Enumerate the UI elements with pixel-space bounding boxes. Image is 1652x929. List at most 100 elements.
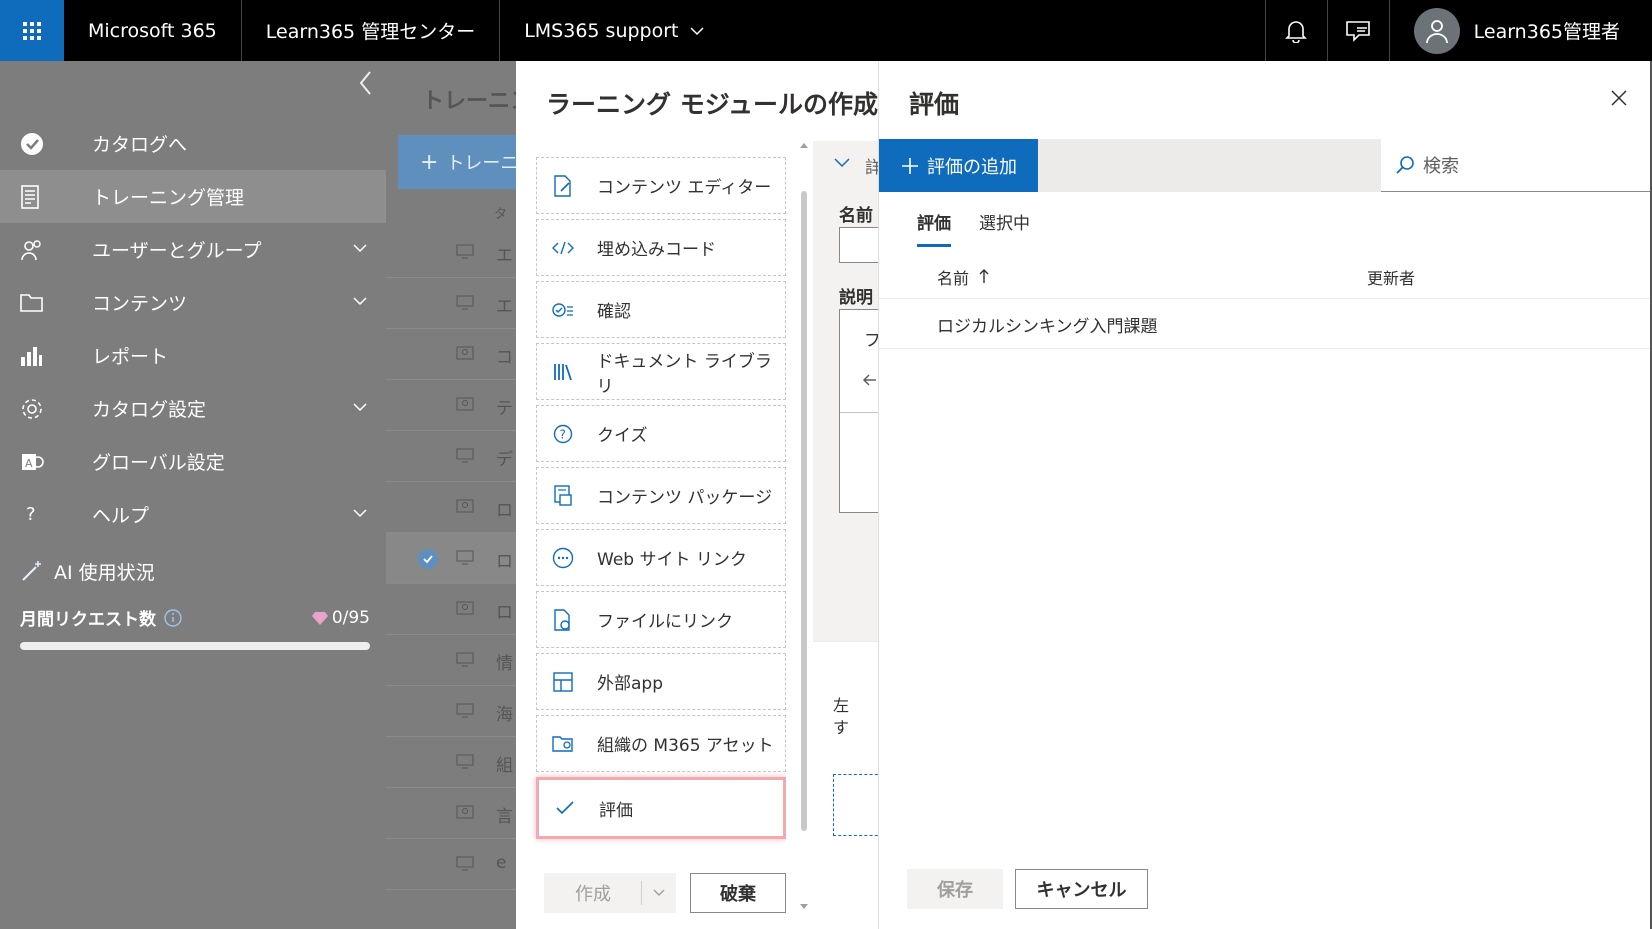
module-type-confirm[interactable]: 確認 [536,281,786,338]
sidebar-item-global-settings[interactable]: A グローバル設定 [0,435,386,488]
search-input[interactable]: 検索 [1381,139,1652,192]
arrow-left-icon[interactable] [862,372,878,388]
file-link-icon [549,608,577,631]
package-icon [549,484,577,507]
table-row[interactable]: ロ [386,482,516,533]
row-title: 海 [496,705,513,725]
scrollbar-thumb[interactable] [801,191,807,831]
add-evaluation-button[interactable]: 評価の追加 [879,139,1038,192]
user-menu[interactable]: Learn365管理者 [1388,0,1652,61]
chevron-down-icon[interactable] [652,886,666,900]
table-row[interactable]: 言 [386,788,516,839]
table-row[interactable]: ロ [386,533,516,584]
monitor-icon [456,754,474,769]
quiz-icon: ? [549,424,577,444]
monitor-icon [456,448,474,463]
collapse-nav-icon[interactable] [358,69,374,97]
new-training-button[interactable]: + トレーニ [398,135,523,189]
table-row[interactable]: ロジカルシンキング入門課題 [879,299,1652,349]
row-title: デ [496,450,513,470]
create-button[interactable]: 作成 [544,873,676,913]
sidebar-item-catalog-settings[interactable]: カタログ設定 [0,382,386,435]
module-type-label: コンテンツ パッケージ [597,488,773,508]
module-type-website-link[interactable]: Web サイト リンク [536,529,786,586]
sidebar-item-label: レポート [92,346,169,368]
module-type-embed-code[interactable]: 埋め込みコード [536,219,786,276]
module-type-file-link[interactable]: ファイルにリンク [536,591,786,648]
panel-title: 評価 [909,90,960,119]
ai-usage-title: AI 使用状況 [54,561,155,584]
table-row[interactable]: 情 [386,635,516,686]
sidebar-item-label: ユーザーとグループ [92,240,262,262]
discard-button[interactable]: 破棄 [690,873,786,913]
table-row[interactable]: エ [386,227,516,278]
usage-progress-bar [20,642,370,650]
cancel-button[interactable]: キャンセル [1015,869,1148,909]
column-header: タ [494,207,508,222]
table-row[interactable]: エ [386,278,516,329]
module-type-evaluation[interactable]: 評価 [536,777,786,839]
notifications-button[interactable] [1264,0,1327,61]
add-evaluation-label: 評価の追加 [927,156,1017,178]
app-launcher-button[interactable] [0,0,64,61]
admin-center-title[interactable]: Learn365 管理センター [242,0,501,61]
checkmark-icon [551,800,579,816]
sidebar-item-users[interactable]: ユーザーとグループ [0,223,386,276]
column-header-name[interactable]: 名前 [937,265,990,289]
chevron-down-icon [689,26,704,35]
module-type-external-app[interactable]: 外部app [536,653,786,710]
table-row[interactable]: e [386,839,516,890]
sidebar-item-label: ヘルプ [92,505,150,527]
table-row[interactable]: コ [386,329,516,380]
close-icon[interactable] [1610,89,1628,107]
column-header-updater[interactable]: 更新者 [1367,265,1415,289]
row-selected-check-icon[interactable] [418,549,438,569]
chevron-down-icon [353,297,367,306]
sidebar-item-training[interactable]: トレーニング管理 [0,170,386,223]
save-button[interactable]: 保存 [907,869,1003,909]
module-type-m365-asset[interactable]: 組織の M365 アセット [536,715,786,772]
tab-selected[interactable]: 選択中 [979,209,1030,247]
table-row[interactable]: ロ [386,584,516,635]
site-selector[interactable]: LMS365 support [500,0,728,61]
brand-link[interactable]: Microsoft 365 [64,0,242,61]
drop-zone[interactable] [833,774,883,836]
user-name: Learn365管理者 [1473,21,1620,43]
chevron-down-icon[interactable] [833,153,851,171]
sidebar-item-content[interactable]: コンテンツ [0,276,386,329]
row-title: テ [496,399,513,419]
scroll-up-icon[interactable] [799,141,809,149]
create-module-panel: ラーニング モジュールの作成 コンテンツ エディター 埋め込みコード 確認 ドキ… [516,61,889,929]
gear-icon [20,397,54,421]
classroom-icon [456,499,474,513]
name-field-label: 名前 [839,206,873,226]
m365-asset-icon [549,734,577,754]
module-type-quiz[interactable]: ? クイズ [536,405,786,462]
chevron-down-icon [353,244,367,253]
sidebar-item-label: コンテンツ [92,293,188,315]
classroom-icon [456,805,474,819]
monitor-icon [456,550,474,565]
table-row[interactable]: テ [386,380,516,431]
help-icon: ? [26,504,36,525]
module-list-scrollbar[interactable] [799,141,809,911]
module-type-content-package[interactable]: コンテンツ パッケージ [536,467,786,524]
sidebar-item-reports[interactable]: レポート [0,329,386,382]
tab-evaluations[interactable]: 評価 [917,209,951,247]
monitor-icon [456,703,474,718]
bell-icon [1285,20,1308,43]
table-row[interactable]: 海 [386,686,516,737]
sidebar-item-help[interactable]: ? ヘルプ [0,488,386,541]
scroll-down-icon[interactable] [799,903,809,911]
feedback-button[interactable] [1326,0,1389,61]
module-type-document-library[interactable]: ドキュメント ライブラリ [536,343,786,400]
table-row[interactable]: 組 [386,737,516,788]
monitor-icon [456,856,474,871]
row-title: エ [496,246,513,266]
row-title: 組 [496,756,513,776]
info-icon[interactable] [164,608,182,627]
table-row[interactable]: デ [386,431,516,482]
sidebar-item-catalog[interactable]: カタログへ [0,117,386,170]
module-type-label: 組織の M365 アセット [597,736,774,756]
module-type-content-editor[interactable]: コンテンツ エディター [536,157,786,214]
